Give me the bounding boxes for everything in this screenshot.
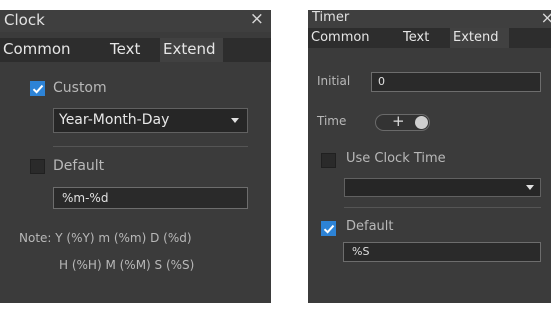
clock-tab-text[interactable]: Text [107,38,159,62]
clock-close-icon[interactable]: × [250,10,264,29]
clock-default-checkbox[interactable] [30,159,45,174]
timer-time-label: Time [317,114,347,128]
timer-titlebar: Timer × [308,10,551,28]
clock-panel: Clock × Common Text Extend Custom Year-M… [0,10,271,303]
clock-tab-bar: Common Text Extend [0,38,271,62]
plus-icon: + [392,112,405,130]
timer-close-icon[interactable]: × [541,10,551,27]
timer-time-toggle[interactable]: + [375,112,430,131]
timer-divider [344,207,541,208]
timer-tab-common[interactable]: Common [308,28,386,48]
timer-format-input[interactable]: %S [343,242,541,262]
clock-custom-label: Custom [53,80,107,96]
timer-default-checkbox[interactable] [321,221,336,236]
clock-tab-common[interactable]: Common [0,38,95,62]
clock-panel-title: Clock [4,11,45,29]
timer-tab-extend[interactable]: Extend [450,28,509,48]
check-icon [32,84,44,94]
clock-divider [53,146,248,147]
timer-default-label: Default [346,219,394,234]
timer-panel-title: Timer [312,10,350,25]
timer-panel: Timer × Common Text Extend Initial 0 Tim… [308,10,551,303]
clock-note-line2: H (%H) M (%M) S (%S) [59,258,195,272]
timer-initial-input[interactable]: 0 [371,72,541,92]
clock-custom-checkbox[interactable] [30,81,45,96]
timer-use-clock-time-checkbox[interactable] [321,153,336,168]
chevron-down-icon [526,185,534,190]
clock-default-label: Default [53,158,105,174]
timer-clock-select[interactable] [344,178,541,197]
clock-format-input[interactable]: %m-%d [53,187,248,209]
chevron-down-icon [231,118,239,123]
clock-titlebar: Clock × [0,10,271,32]
timer-tab-text[interactable]: Text [400,28,444,48]
clock-format-select-value: Year-Month-Day [59,112,170,128]
clock-format-select[interactable]: Year-Month-Day [53,108,248,133]
clock-note-line1: Note: Y (%Y) m (%m) D (%d) [19,231,192,245]
timer-use-clock-time-label: Use Clock Time [346,151,446,166]
check-icon [323,224,335,234]
timer-initial-label: Initial [317,74,351,88]
clock-tab-extend[interactable]: Extend [160,38,223,62]
timer-tab-bar: Common Text Extend [308,28,551,48]
toggle-knob [415,116,428,129]
